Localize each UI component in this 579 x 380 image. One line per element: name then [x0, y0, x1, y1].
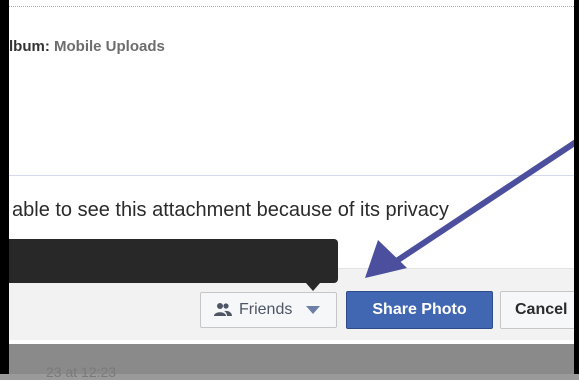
chevron-down-icon — [306, 306, 321, 314]
audience-label: Friends — [239, 301, 293, 318]
section-divider — [9, 175, 574, 176]
left-border — [0, 0, 9, 374]
background-timestamp: 23 at 12:23 — [46, 364, 117, 380]
album-name-link[interactable]: Mobile Uploads — [54, 38, 165, 55]
share-dialog: lbum: Mobile Uploads able to see this at… — [0, 0, 579, 380]
right-border — [574, 0, 579, 374]
album-label: lbum: — [9, 38, 50, 55]
tooltip-pointer — [306, 283, 320, 291]
share-photo-button[interactable]: Share Photo — [346, 291, 493, 329]
audience-selector-button[interactable]: Friends — [200, 292, 337, 328]
friends-icon — [214, 303, 232, 316]
cancel-button[interactable]: Cancel — [500, 291, 579, 329]
tooltip — [9, 239, 338, 283]
album-info: lbum: Mobile Uploads — [9, 38, 165, 55]
privacy-notice: able to see this attachment because of i… — [12, 199, 449, 221]
top-border — [9, 6, 574, 7]
